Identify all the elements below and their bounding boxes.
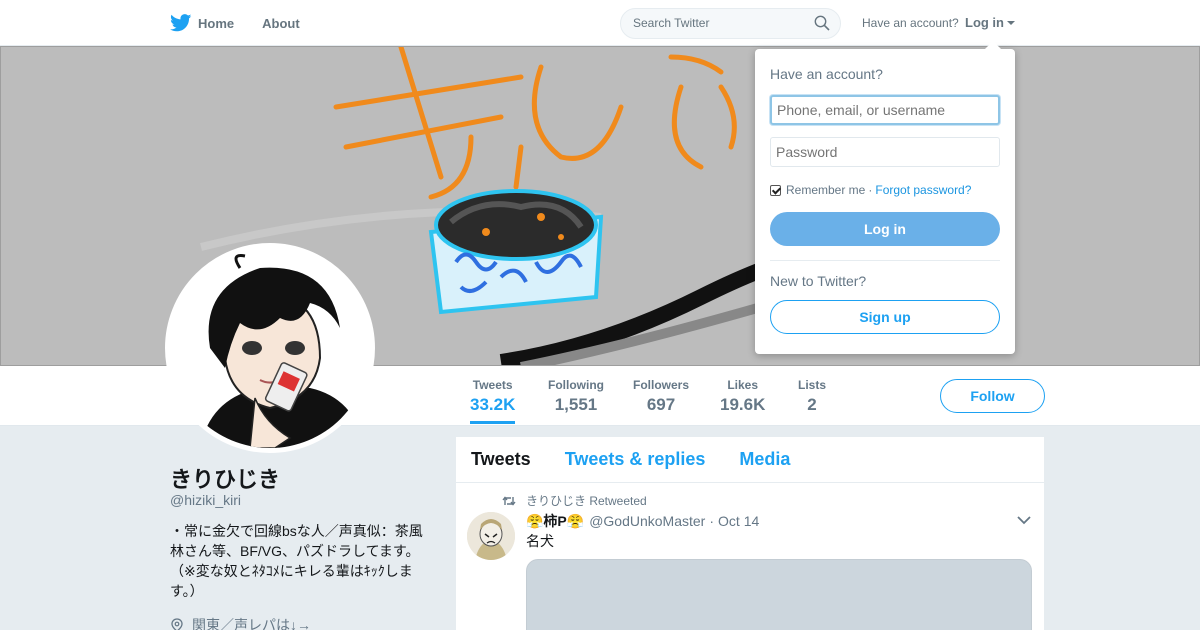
retweet-context-text: きりひじき Retweeted <box>526 494 647 508</box>
tab-tweets-replies[interactable]: Tweets & replies <box>565 449 706 470</box>
search-placeholder: Search Twitter <box>633 16 710 30</box>
remember-me-row: Remember me · Forgot password? <box>770 183 971 197</box>
timeline: Tweets Tweets & replies Media きりひじき Retw… <box>456 437 1044 630</box>
avatar-illustration <box>170 248 370 448</box>
location-pin-icon <box>171 618 183 630</box>
remember-me-label[interactable]: Remember me <box>786 183 865 197</box>
stat-label: Following <box>548 378 604 392</box>
password-field[interactable] <box>770 137 1000 167</box>
follow-button[interactable]: Follow <box>940 379 1045 413</box>
tweet-author-handle[interactable]: @GodUnkoMaster <box>589 513 705 529</box>
search-icon[interactable] <box>814 15 830 31</box>
retweet-context: きりひじき Retweeted <box>502 492 647 509</box>
stat-value: 33.2K <box>470 395 516 414</box>
top-navigation-bar: Home About Search Twitter Have an accoun… <box>0 0 1200 46</box>
tweet-separator: · <box>709 513 715 529</box>
new-to-twitter-text: New to Twitter? <box>770 273 867 289</box>
username-field[interactable] <box>770 95 1000 125</box>
stat-value: 697 <box>646 395 676 414</box>
login-dropdown-title: Have an account? <box>770 66 883 82</box>
login-link-label: Log in <box>965 15 1004 30</box>
search-input[interactable]: Search Twitter <box>620 8 841 39</box>
stat-likes[interactable]: Likes 19.6K <box>720 378 765 415</box>
stat-value: 2 <box>807 395 817 414</box>
tweet-author-avatar[interactable] <box>467 512 515 560</box>
profile-name: きりひじき <box>170 467 281 492</box>
dropdown-divider <box>770 260 1000 261</box>
login-button[interactable]: Log in <box>770 212 1000 246</box>
profile-location: 関東／声レパは↓→ <box>170 615 311 630</box>
remember-separator: · <box>868 183 873 197</box>
tweet-text: 名犬 <box>526 533 554 549</box>
stat-label: Tweets <box>472 378 513 392</box>
tweet-media-preview[interactable] <box>526 559 1032 630</box>
profile-location-text: 関東／声レパは↓→ <box>192 617 311 630</box>
tweet-date[interactable]: Oct 14 <box>718 513 759 529</box>
profile-bio: ・常に金欠で回線bsな人／声真似：茶風林さん等、BF/VG、パズドラしてます。（… <box>170 523 423 599</box>
tab-media[interactable]: Media <box>739 449 790 470</box>
timeline-tabs: Tweets Tweets & replies Media <box>456 437 1044 483</box>
nav-home-label: Home <box>198 15 235 31</box>
have-account-text: Have an account? <box>862 16 959 30</box>
profile-handle[interactable]: @hiziki_kiri <box>170 492 241 508</box>
tweet-avatar-illustration <box>467 512 515 560</box>
stat-tweets[interactable]: Tweets 33.2K <box>470 378 516 424</box>
twitter-bird-icon <box>170 14 192 32</box>
stat-label: Likes <box>727 378 759 392</box>
login-dropdown: Have an account? Remember me · Forgot pa… <box>755 41 1015 354</box>
remember-me-checkbox[interactable] <box>770 184 781 196</box>
stat-lists[interactable]: Lists 2 <box>798 378 826 415</box>
profile-avatar[interactable] <box>165 243 375 453</box>
tab-tweets[interactable]: Tweets <box>471 449 531 470</box>
nav-about-label: About <box>262 15 300 31</box>
nav-links: Home About <box>170 0 328 46</box>
nav-home-link[interactable]: Home <box>170 14 234 32</box>
stat-label: Followers <box>633 378 690 392</box>
stat-value: 19.6K <box>720 395 766 414</box>
stat-label: Lists <box>798 378 827 392</box>
retweet-icon <box>502 495 516 506</box>
stat-value: 1,551 <box>554 395 598 414</box>
stat-followers[interactable]: Followers 697 <box>633 378 689 415</box>
forgot-password-link[interactable]: Forgot password? <box>875 183 971 197</box>
stat-following[interactable]: Following 1,551 <box>548 378 604 415</box>
tweet-author-name[interactable]: 😤柿P😤 <box>526 511 584 531</box>
login-dropdown-toggle[interactable]: Log in <box>965 15 1015 30</box>
caret-down-icon <box>1007 21 1015 25</box>
chevron-down-icon[interactable] <box>1017 515 1031 525</box>
tweet-header: 😤柿P😤 @GodUnkoMaster · Oct 14 <box>526 511 759 531</box>
signup-button[interactable]: Sign up <box>770 300 1000 334</box>
nav-about-link[interactable]: About <box>262 16 300 31</box>
